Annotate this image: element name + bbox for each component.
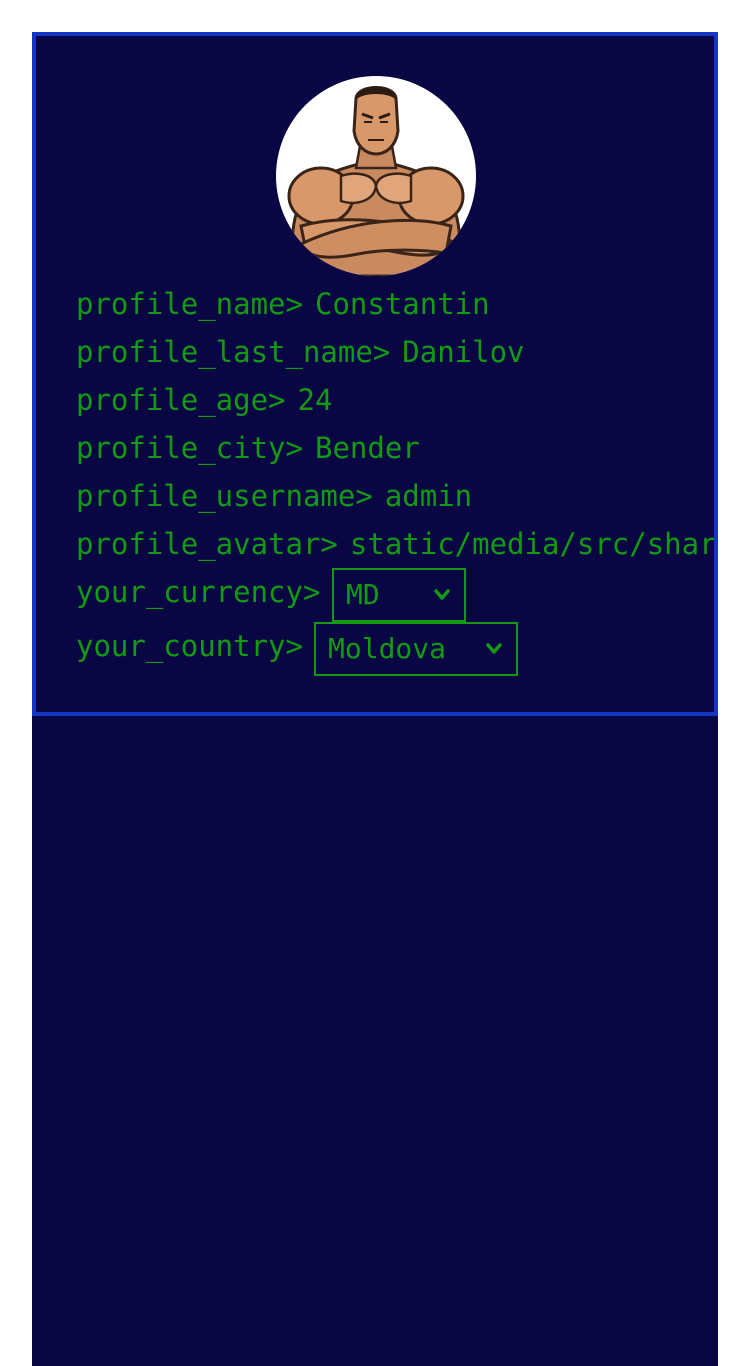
profile-name-row: profile_name> Constantin <box>76 280 490 328</box>
profile-age-row: profile_age> 24 <box>76 376 332 424</box>
profile-last-name-row: profile_last_name> Danilov <box>76 328 525 376</box>
profile-name-value: Constantin <box>314 287 490 321</box>
currency-label: your_currency> <box>76 575 321 609</box>
country-row: your_country> <box>76 622 303 670</box>
profile-card: profile_name> Constantin profile_last_nam… <box>32 32 718 716</box>
chevron-down-icon <box>486 643 502 654</box>
profile-age-value: 24 <box>297 383 333 417</box>
profile-username-label: profile_username> <box>76 479 373 513</box>
profile-last-name-label: profile_last_name> <box>76 335 391 369</box>
profile-username-value: admin <box>384 479 473 513</box>
profile-username-row: profile_username> admin <box>76 472 472 520</box>
profile-avatar-label: profile_avatar> <box>76 527 338 561</box>
currency-select[interactable]: MD <box>332 568 466 622</box>
currency-row: your_currency> <box>76 568 320 616</box>
profile-city-row: profile_city> Bender <box>76 424 420 472</box>
profile-avatar <box>276 76 476 276</box>
profile-city-value: Bender <box>314 431 420 465</box>
profile-city-label: profile_city> <box>76 431 303 465</box>
profile-avatar-value: static/media/src/shared <box>349 527 718 561</box>
profile-last-name-value: Danilov <box>402 335 525 369</box>
country-selected-value: Moldova <box>328 632 447 665</box>
country-select[interactable]: Moldova <box>314 622 518 676</box>
currency-selected-value: MD <box>346 578 380 611</box>
chevron-down-icon <box>434 589 450 600</box>
profile-name-label: profile_name> <box>76 287 303 321</box>
profile-avatar-row: profile_avatar> static/media/src/shared <box>76 520 718 568</box>
profile-age-label: profile_age> <box>76 383 286 417</box>
country-label: your_country> <box>76 629 303 663</box>
bodybuilder-avatar-icon <box>287 86 465 276</box>
